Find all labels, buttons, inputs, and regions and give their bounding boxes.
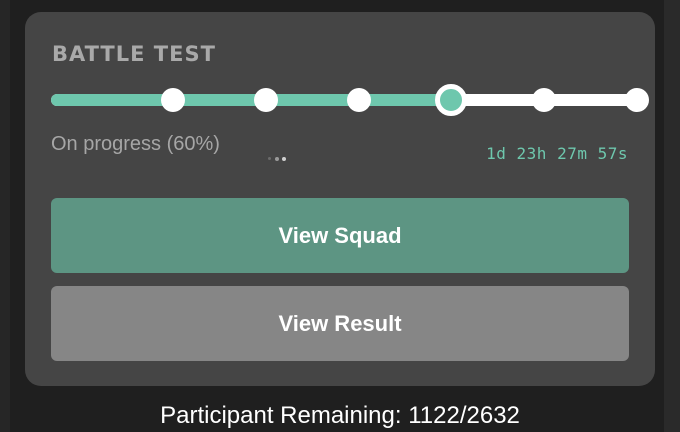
progress-status-text: On progress (60%)	[51, 133, 220, 155]
progress-step	[346, 88, 371, 112]
participant-remaining-text: Participant Remaining: 1122/2632	[160, 402, 520, 429]
loading-dots-icon	[268, 155, 288, 163]
frame-edge	[664, 0, 680, 432]
progress-step	[161, 88, 185, 112]
view-result-button[interactable]: View Result	[51, 286, 629, 361]
progress-step	[625, 88, 649, 112]
progress-track-fill	[51, 94, 452, 106]
countdown-timer: 1d 23h 27m 57s	[486, 144, 628, 163]
progress-step	[253, 88, 278, 112]
view-squad-button[interactable]: View Squad	[51, 198, 629, 273]
battle-test-card: BATTLE TEST On progress (60%) 1d 23h 27m…	[25, 12, 655, 386]
progress-stepper	[51, 84, 649, 116]
card-title: BATTLE TEST	[52, 42, 216, 66]
progress-step-current	[435, 84, 468, 116]
frame-edge	[0, 0, 10, 432]
progress-step	[532, 88, 557, 112]
